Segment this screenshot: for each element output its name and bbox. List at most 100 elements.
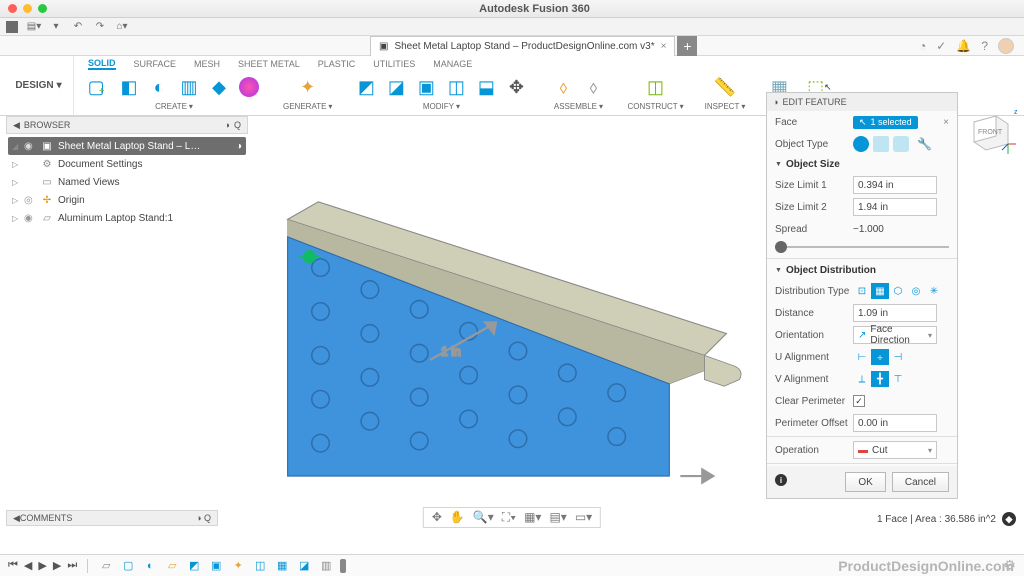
help-icon[interactable]: ?: [981, 39, 988, 53]
job-status-icon[interactable]: ✓: [936, 39, 946, 53]
dist-hex-icon[interactable]: ⬡: [889, 283, 907, 299]
feature-11-icon[interactable]: ▥: [318, 558, 334, 574]
edit-feature-header[interactable]: ◑EDIT FEATURE: [767, 93, 957, 111]
tab-manage[interactable]: MANAGE: [433, 59, 472, 69]
feature-10-icon[interactable]: ◪: [296, 558, 312, 574]
tree-root[interactable]: ◢◉▣ Sheet Metal Laptop Stand – L…◑: [8, 137, 246, 155]
file-icon[interactable]: ▤▾: [28, 21, 40, 33]
face-selection[interactable]: ↖1 selected: [853, 116, 918, 129]
revolve-icon[interactable]: ◆: [206, 74, 232, 100]
status-badge-icon[interactable]: ◆: [1002, 512, 1016, 526]
feature-4-icon[interactable]: ▱: [164, 558, 180, 574]
comments-panel[interactable]: ◀COMMENTS ◑ Q: [6, 510, 218, 526]
extensions-icon[interactable]: ◔: [919, 39, 926, 53]
tree-origin[interactable]: ▷◎✢ Origin: [8, 191, 246, 209]
close-tab-icon[interactable]: ×: [661, 41, 667, 52]
close-window-icon[interactable]: [8, 4, 17, 13]
joint-icon[interactable]: ⬨: [550, 74, 576, 100]
tab-sheet-metal[interactable]: SHEET METAL: [238, 59, 300, 69]
feature-5-icon[interactable]: ◩: [186, 558, 202, 574]
cancel-button[interactable]: Cancel: [892, 472, 949, 492]
v-align-bottom-icon[interactable]: ⟂: [853, 371, 871, 387]
comments-settings-icon[interactable]: ◑ Q: [196, 513, 211, 523]
feature-6-icon[interactable]: ▣: [208, 558, 224, 574]
v-align-top-icon[interactable]: ⊤: [889, 371, 907, 387]
zoom-icon[interactable]: 🔍▾: [473, 510, 494, 525]
info-icon[interactable]: i: [775, 474, 787, 486]
operation-select[interactable]: ▬Cut▾: [853, 441, 937, 459]
split-icon[interactable]: ⬓: [473, 74, 499, 100]
u-align-right-icon[interactable]: ⊣: [889, 349, 907, 365]
feature-9-icon[interactable]: ▦: [274, 558, 290, 574]
generate-icon[interactable]: ✦: [295, 74, 321, 100]
shell-icon[interactable]: ▣: [413, 74, 439, 100]
cylinder-icon[interactable]: ◐: [146, 74, 172, 100]
extrude-icon[interactable]: ▥: [176, 74, 202, 100]
user-avatar[interactable]: [998, 38, 1014, 54]
dist-random-icon[interactable]: ⊡: [853, 283, 871, 299]
u-align-center-icon[interactable]: ⧾: [871, 349, 889, 365]
spread-slider[interactable]: [767, 240, 957, 254]
new-tab-button[interactable]: +: [677, 36, 697, 56]
feature-2-icon[interactable]: ▢: [120, 558, 136, 574]
grid-icon[interactable]: ▤▾: [549, 510, 566, 525]
object-type-cyl-icon[interactable]: [893, 136, 909, 152]
tree-doc-settings[interactable]: ▷⚙ Document Settings: [8, 155, 246, 173]
workspace-switcher[interactable]: DESIGN▾: [4, 56, 74, 115]
tree-component[interactable]: ▷◉▱ Aluminum Laptop Stand:1: [8, 209, 246, 227]
dist-star-icon[interactable]: ✳: [925, 283, 943, 299]
browser-header[interactable]: ◀BROWSER ◑Q: [6, 116, 248, 134]
viewcube[interactable]: FRONT z: [964, 104, 1018, 158]
distribution-header[interactable]: Object Distribution: [767, 261, 957, 280]
browser-settings-icon[interactable]: ◑: [225, 120, 230, 130]
tab-mesh[interactable]: MESH: [194, 59, 220, 69]
tree-named-views[interactable]: ▷▭ Named Views: [8, 173, 246, 191]
pan-icon[interactable]: ✋: [450, 510, 465, 525]
box-icon[interactable]: ◧: [116, 74, 142, 100]
notifications-icon[interactable]: 🔔: [956, 39, 971, 53]
feature-1-icon[interactable]: ▱: [98, 558, 114, 574]
u-align-left-icon[interactable]: ⊢: [853, 349, 871, 365]
redo-icon[interactable]: ↷: [94, 21, 106, 33]
display-icon[interactable]: ▦▾: [524, 510, 541, 525]
tab-solid[interactable]: SOLID: [88, 58, 116, 70]
fillet-icon[interactable]: ◪: [383, 74, 409, 100]
maximize-window-icon[interactable]: [38, 4, 47, 13]
as-built-joint-icon[interactable]: ⬨: [580, 74, 606, 100]
save-icon[interactable]: ▾: [50, 21, 62, 33]
fit-icon[interactable]: ⛶▾: [502, 510, 516, 525]
form-icon[interactable]: [236, 74, 262, 100]
object-type-box-icon[interactable]: [873, 136, 889, 152]
minimize-window-icon[interactable]: [23, 4, 32, 13]
object-type-sphere-icon[interactable]: [853, 136, 869, 152]
move-icon[interactable]: ✥: [503, 74, 529, 100]
timeline-next-icon[interactable]: ▶: [53, 559, 61, 572]
timeline-first-icon[interactable]: ⏮: [8, 559, 18, 572]
feature-3-icon[interactable]: ◐: [142, 558, 158, 574]
viewport-icon[interactable]: ▭▾: [575, 510, 592, 525]
orientation-select[interactable]: ↗Face Direction▾: [853, 326, 937, 344]
size1-input[interactable]: [853, 176, 937, 194]
home-icon[interactable]: ⌂▾: [116, 21, 128, 33]
clear-selection-icon[interactable]: ×: [943, 117, 949, 128]
dist-grid-icon[interactable]: ▦: [871, 283, 889, 299]
undo-icon[interactable]: ↶: [72, 21, 84, 33]
clear-perimeter-checkbox[interactable]: ✓: [853, 395, 865, 407]
feature-8-icon[interactable]: ◫: [252, 558, 268, 574]
timeline-prev-icon[interactable]: ◀: [24, 559, 32, 572]
dist-radial-icon[interactable]: ◎: [907, 283, 925, 299]
document-tab[interactable]: ▣ Sheet Metal Laptop Stand – ProductDesi…: [370, 36, 675, 56]
ok-button[interactable]: OK: [845, 472, 885, 492]
perimeter-offset-input[interactable]: [853, 414, 937, 432]
plane-icon[interactable]: ◫: [643, 74, 669, 100]
press-pull-icon[interactable]: ◩: [353, 74, 379, 100]
timeline-marker[interactable]: [340, 559, 346, 573]
timeline-play-icon[interactable]: ▶: [38, 559, 46, 572]
orbit-icon[interactable]: ✥: [432, 510, 442, 525]
v-align-middle-icon[interactable]: ╋: [871, 371, 889, 387]
object-type-custom-icon[interactable]: 🔧: [917, 137, 932, 151]
app-grid-icon[interactable]: [6, 21, 18, 33]
feature-7-icon[interactable]: ✦: [230, 558, 246, 574]
tab-utilities[interactable]: UTILITIES: [373, 59, 415, 69]
tab-plastic[interactable]: PLASTIC: [318, 59, 356, 69]
